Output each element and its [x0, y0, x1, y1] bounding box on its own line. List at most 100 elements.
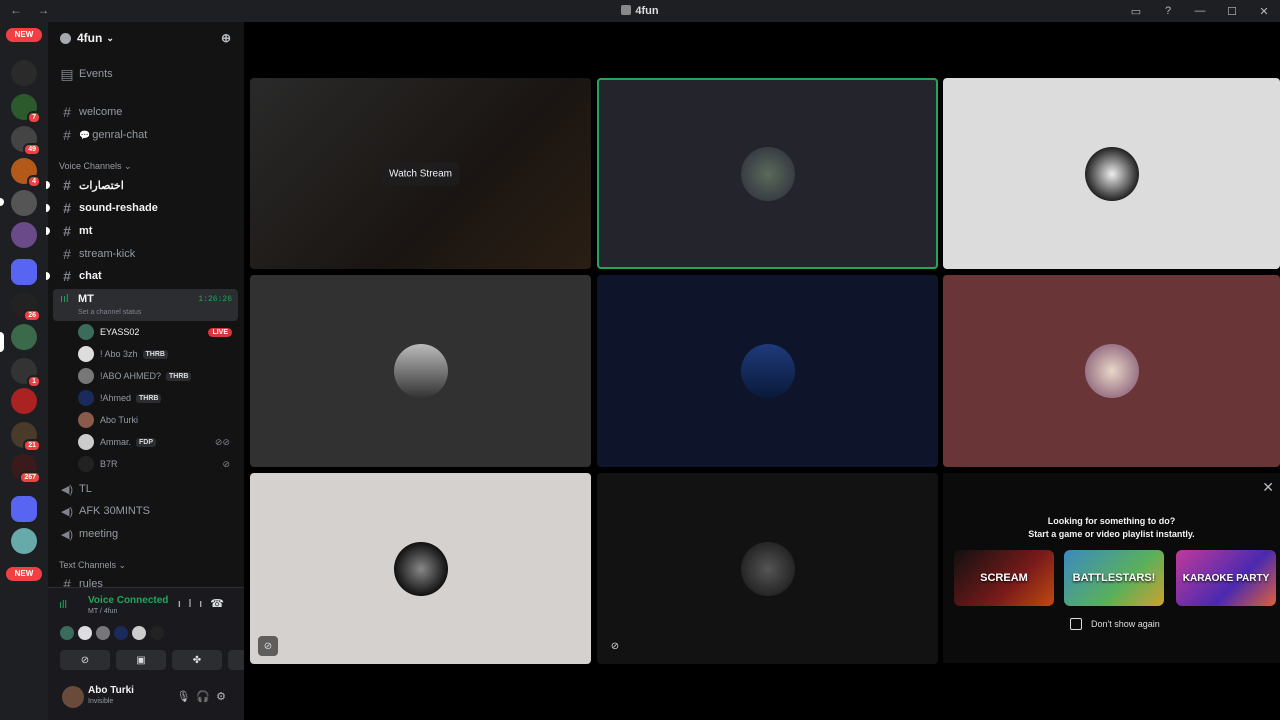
participant-tile[interactable]: ⊘ — [250, 473, 591, 664]
channel-stream-kick[interactable]: # stream-kick — [56, 243, 236, 265]
channel-meeting[interactable]: ◀) meeting — [56, 523, 236, 545]
channel-sound-reshade[interactable]: # sound-reshade — [46, 197, 236, 219]
category-voice[interactable]: Voice Channels ⌄ — [59, 161, 132, 172]
mute-icon: ⊘ — [610, 640, 620, 652]
close-icon[interactable]: ✕ — [1262, 479, 1274, 496]
guild-header[interactable]: 4fun ⌄ ⊕ — [48, 22, 244, 54]
channel-genral-chat[interactable]: # 💬 genral-chat — [56, 124, 236, 146]
hash-icon: # — [63, 268, 71, 284]
channel-label: chat — [79, 270, 102, 282]
speaker-icon: ◀) — [60, 505, 74, 518]
category-text[interactable]: Text Channels ⌄ — [59, 560, 126, 571]
help-icon[interactable]: ? — [1152, 0, 1184, 22]
active-voice-channel[interactable]: ııl MT 1:26:26 Set a channel status — [53, 289, 238, 321]
events-item[interactable]: ▤ Events — [56, 63, 236, 85]
avatar[interactable] — [114, 626, 128, 640]
voice-user[interactable]: !Ahmed THRB — [78, 387, 236, 409]
maximize-button[interactable]: ☐ — [1216, 0, 1248, 22]
dont-show-label[interactable]: Don't show again — [1091, 619, 1160, 629]
unread-indicator — [46, 204, 50, 212]
server-icon[interactable] — [11, 528, 37, 554]
channel-chat[interactable]: # chat — [46, 265, 236, 287]
window-title-text: 4fun — [635, 5, 659, 17]
avatar[interactable] — [132, 626, 146, 640]
server-icon[interactable] — [11, 60, 37, 86]
close-button[interactable]: ✕ — [1248, 0, 1280, 22]
voice-user[interactable]: Abo Turki — [78, 409, 236, 431]
avatar — [78, 456, 94, 472]
unread-indicator — [46, 272, 50, 280]
voice-connected-title[interactable]: Voice Connected — [88, 595, 168, 606]
channel-status-hint[interactable]: Set a channel status — [78, 309, 141, 316]
new-pill[interactable]: NEW — [6, 567, 42, 581]
game-card-karaoke[interactable]: KARAOKE PARTY — [1176, 550, 1276, 606]
server-icon[interactable]: 26 — [11, 292, 41, 322]
participant-tile[interactable] — [597, 78, 938, 269]
avatar[interactable] — [96, 626, 110, 640]
voice-user[interactable]: Ammar. FDP ⊘⊘ — [78, 431, 236, 453]
speaker-icon: ◀) — [60, 483, 74, 496]
badge: 7 — [27, 111, 41, 124]
game-title: BATTLESTARS! — [1072, 572, 1156, 584]
avatar[interactable] — [62, 686, 84, 708]
dont-show-checkbox[interactable] — [1070, 618, 1082, 630]
avatar[interactable] — [150, 626, 164, 640]
game-card-battlestars[interactable]: BATTLESTARS! — [1064, 550, 1164, 606]
participant-tile[interactable] — [943, 78, 1280, 269]
voice-user[interactable]: ! Abo 3zh THRB — [78, 343, 236, 365]
gear-icon[interactable]: ⚙ — [216, 691, 232, 703]
microphone-icon[interactable]: 🎙 — [176, 691, 196, 703]
signal-icon[interactable]: ıll — [59, 599, 67, 611]
minimize-button[interactable]: — — [1184, 0, 1216, 22]
server-icon[interactable]: 267 — [11, 454, 41, 484]
promo-title: Looking for something to do? — [1047, 516, 1176, 526]
server-icon[interactable] — [11, 190, 37, 216]
avatar — [1084, 146, 1139, 201]
user-name: Abo Turki — [100, 415, 139, 425]
channel-label: welcome — [79, 106, 123, 118]
server-icon[interactable]: 21 — [11, 422, 41, 452]
headphones-icon[interactable]: 🎧 — [196, 691, 216, 703]
avatar — [1084, 344, 1139, 398]
voice-user[interactable]: EYASS02 LIVE — [78, 321, 236, 343]
disconnect-icon[interactable]: ☎ — [210, 598, 232, 610]
server-icon[interactable] — [11, 324, 37, 350]
server-icon[interactable]: 49 — [11, 126, 41, 156]
voice-user[interactable]: B7R ⊘ — [78, 453, 236, 475]
activities-icon[interactable]: ✤ — [172, 650, 222, 670]
server-icon[interactable]: 4 — [11, 158, 41, 188]
server-icon[interactable]: 1 — [11, 358, 41, 388]
participant-tile[interactable] — [943, 275, 1280, 467]
watch-stream-button[interactable]: Watch Stream — [381, 162, 460, 185]
channel-welcome[interactable]: # welcome — [56, 101, 236, 123]
game-title: SCREAM — [980, 572, 1028, 584]
participant-tile[interactable] — [597, 275, 938, 467]
inbox-icon[interactable]: ▭ — [1120, 0, 1152, 22]
voice-user[interactable]: !ABO AHMED? THRB — [78, 365, 236, 387]
noise-suppression-icon[interactable]: ılı — [178, 598, 211, 610]
server-icon[interactable] — [11, 222, 37, 248]
game-card-scream[interactable]: SCREAM — [954, 550, 1054, 606]
channel-mt[interactable]: # mt — [46, 220, 236, 242]
active-indicator — [0, 332, 4, 352]
user-name[interactable]: Abo Turki — [88, 685, 134, 696]
avatar[interactable] — [78, 626, 92, 640]
voice-connected-channel[interactable]: MT / 4fun — [88, 608, 117, 615]
server-icon[interactable]: 7 — [11, 94, 41, 124]
screen-share-icon[interactable]: ▣ — [116, 650, 166, 670]
avatar[interactable] — [60, 626, 74, 640]
channel-afk[interactable]: ◀) AFK 30MINTS — [56, 500, 236, 522]
channel-arabic[interactable]: # اختصارات — [46, 174, 236, 196]
server-icon[interactable] — [11, 388, 37, 414]
channel-tl[interactable]: ◀) TL — [56, 478, 236, 500]
new-pill[interactable]: NEW — [6, 28, 42, 42]
camera-off-icon[interactable]: ⊘ — [60, 650, 110, 670]
stream-tile[interactable]: Watch Stream — [250, 78, 591, 269]
folder-icon[interactable] — [11, 259, 37, 285]
participant-tile[interactable] — [250, 275, 591, 467]
folder-icon[interactable] — [11, 496, 37, 522]
participant-tile[interactable]: ⊘ — [597, 473, 938, 664]
person-add-icon[interactable]: ⊕ — [221, 31, 234, 45]
user-panel: Abo Turki Invisible 🎙🎧⚙ — [48, 675, 244, 720]
mute-icon: ⊘ — [222, 458, 230, 469]
